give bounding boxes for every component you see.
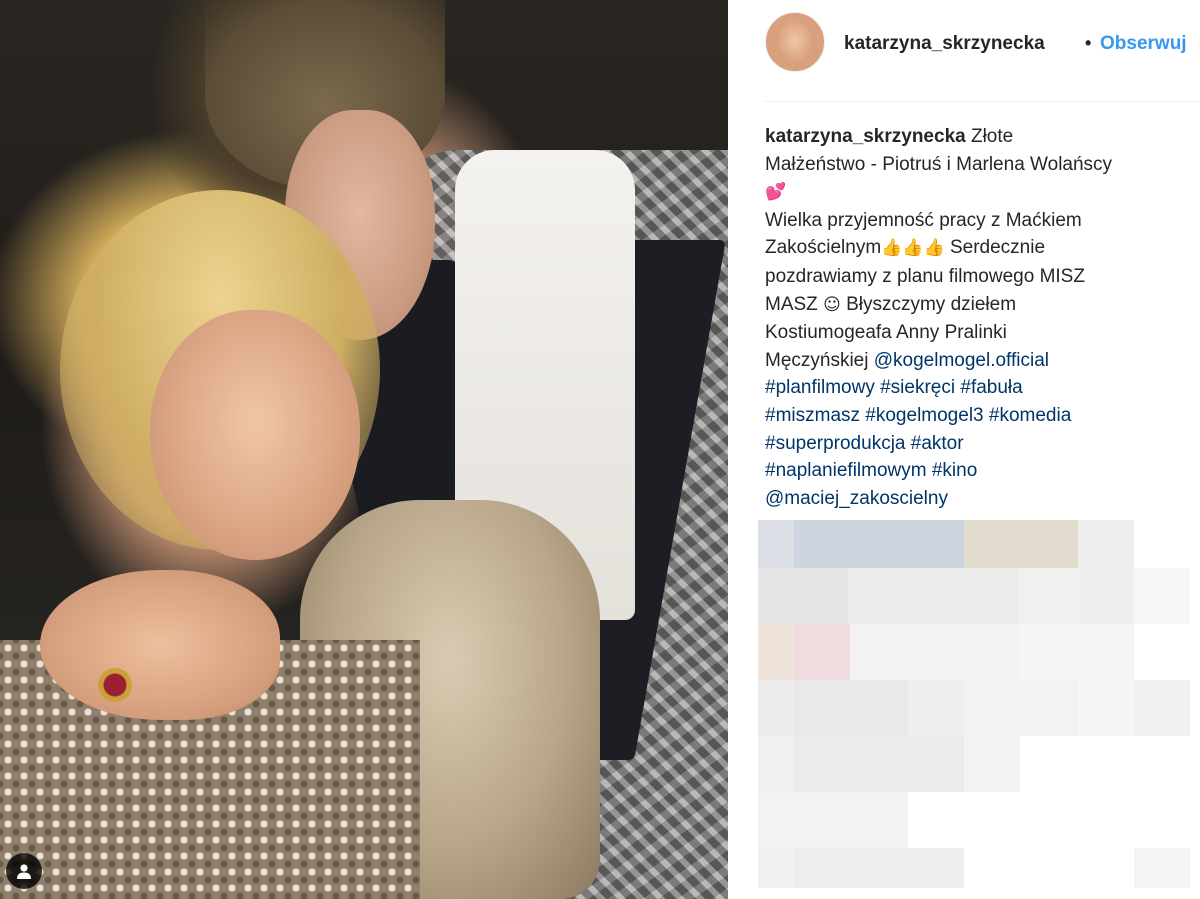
header-divider	[765, 101, 1200, 102]
hashtag-link[interactable]: #siekręci	[880, 377, 955, 398]
caption-text: Błyszczymy dziełem	[840, 293, 1017, 315]
mention-link[interactable]: @kogelmogel.official	[874, 350, 1049, 371]
pixel-block	[758, 680, 794, 736]
caption-text: Kostiumogeafa Anny Pralinki	[765, 322, 1007, 344]
hashtag-link[interactable]: #miszmasz	[765, 405, 860, 426]
caption-line: Zakościelnym👍👍👍 Serdecznie	[765, 234, 1195, 263]
profile-avatar[interactable]	[765, 12, 825, 72]
pixel-block	[794, 848, 964, 888]
caption-line: katarzyna_skrzynecka Złote	[765, 123, 1195, 151]
pixel-block	[1134, 568, 1190, 624]
caption-line: MASZ ☺ Błyszczymy dziełem	[765, 291, 1195, 320]
hashtag-link[interactable]: #fabuła	[960, 377, 1022, 398]
pixel-block	[964, 520, 1078, 568]
pixel-block	[1134, 848, 1190, 888]
author-username[interactable]: katarzyna_skrzynecka	[844, 33, 1045, 55]
pixel-block	[850, 624, 1020, 680]
pixel-block	[758, 736, 794, 792]
user-tag-icon	[17, 864, 31, 879]
pixel-block	[758, 848, 794, 888]
photo-region-woman-face	[150, 310, 360, 560]
caption-line: @maciej_zakoscielny	[765, 485, 1195, 513]
post-caption: katarzyna_skrzynecka Złote Małżeństwo - …	[765, 123, 1195, 512]
hearts-emoji-icon: 💕	[765, 182, 787, 203]
pixel-block	[1020, 624, 1134, 680]
hashtag-link[interactable]: #superprodukcja	[765, 433, 905, 454]
pixel-block	[758, 792, 908, 848]
caption-text: Małżeństwo - Piotruś i Marlena Wolańscy	[765, 153, 1113, 175]
pixel-block	[964, 680, 1078, 736]
pixel-block	[758, 520, 794, 568]
caption-line: pozdrawiamy z planu filmowego MISZ	[765, 263, 1195, 291]
user-tag-button[interactable]	[6, 853, 42, 889]
photo-region-ring	[98, 668, 132, 702]
smile-emoji-icon: ☺	[823, 294, 841, 315]
caption-text: Serdecznie	[944, 237, 1046, 259]
pixel-block	[848, 568, 1018, 624]
caption-text: Wielka przyjemność pracy z Maćkiem	[765, 209, 1082, 231]
pixel-block	[1018, 568, 1078, 624]
pixel-block	[758, 568, 848, 624]
hashtag-link[interactable]: #aktor	[911, 433, 964, 454]
hashtag-link[interactable]: #naplaniefilmowym	[765, 460, 927, 481]
follow-button[interactable]: Obserwuj	[1100, 33, 1187, 55]
thumbs-up-emoji-icon: 👍👍👍	[881, 238, 945, 259]
pixel-block	[794, 520, 964, 568]
pixel-block	[1134, 680, 1190, 736]
caption-text: Złote	[965, 126, 1014, 147]
hashtag-link[interactable]: #kogelmogel3	[865, 405, 983, 426]
pixel-block	[758, 624, 794, 680]
caption-author[interactable]: katarzyna_skrzynecka	[765, 126, 966, 147]
post-sidebar: katarzyna_skrzynecka • Obserwuj katarzyn…	[728, 0, 1200, 899]
pixel-block	[1078, 680, 1134, 736]
caption-text: MASZ	[765, 293, 824, 315]
header-separator: •	[1085, 33, 1092, 53]
caption-text: pozdrawiamy z planu filmowego MISZ	[765, 265, 1085, 287]
caption-line: #naplaniefilmowym #kino	[765, 457, 1195, 485]
post-photo[interactable]	[0, 0, 728, 899]
mention-link[interactable]: @maciej_zakoscielny	[765, 488, 948, 509]
caption-line: Kostiumogeafa Anny Pralinki	[765, 319, 1195, 347]
caption-line: #planfilmowy #siekręci #fabuła	[765, 374, 1195, 402]
post-header: katarzyna_skrzynecka • Obserwuj	[728, 0, 1200, 90]
hashtag-link[interactable]: #planfilmowy	[765, 377, 875, 398]
pixelated-comments-area	[758, 520, 1200, 890]
caption-text: Zakościelnym	[765, 237, 882, 259]
caption-line: Męczyńskiej @kogelmogel.official	[765, 347, 1195, 375]
caption-line: 💕	[765, 178, 1195, 207]
pixel-block	[908, 680, 964, 736]
pixel-block	[794, 736, 964, 792]
caption-text: Męczyńskiej	[765, 349, 874, 371]
pixel-block	[1078, 520, 1134, 568]
pixel-block	[794, 624, 850, 680]
caption-line: Małżeństwo - Piotruś i Marlena Wolańscy	[765, 151, 1195, 179]
caption-line: #superprodukcja #aktor	[765, 430, 1195, 458]
photo-region-hand	[40, 570, 280, 720]
caption-line: Wielka przyjemność pracy z Maćkiem	[765, 207, 1195, 235]
hashtag-link[interactable]: #kino	[932, 460, 977, 481]
pixel-block	[794, 680, 908, 736]
pixel-block	[1078, 568, 1134, 624]
hashtag-link[interactable]: #komedia	[989, 405, 1071, 426]
pixel-block	[964, 736, 1020, 792]
caption-line: #miszmasz #kogelmogel3 #komedia	[765, 402, 1195, 430]
